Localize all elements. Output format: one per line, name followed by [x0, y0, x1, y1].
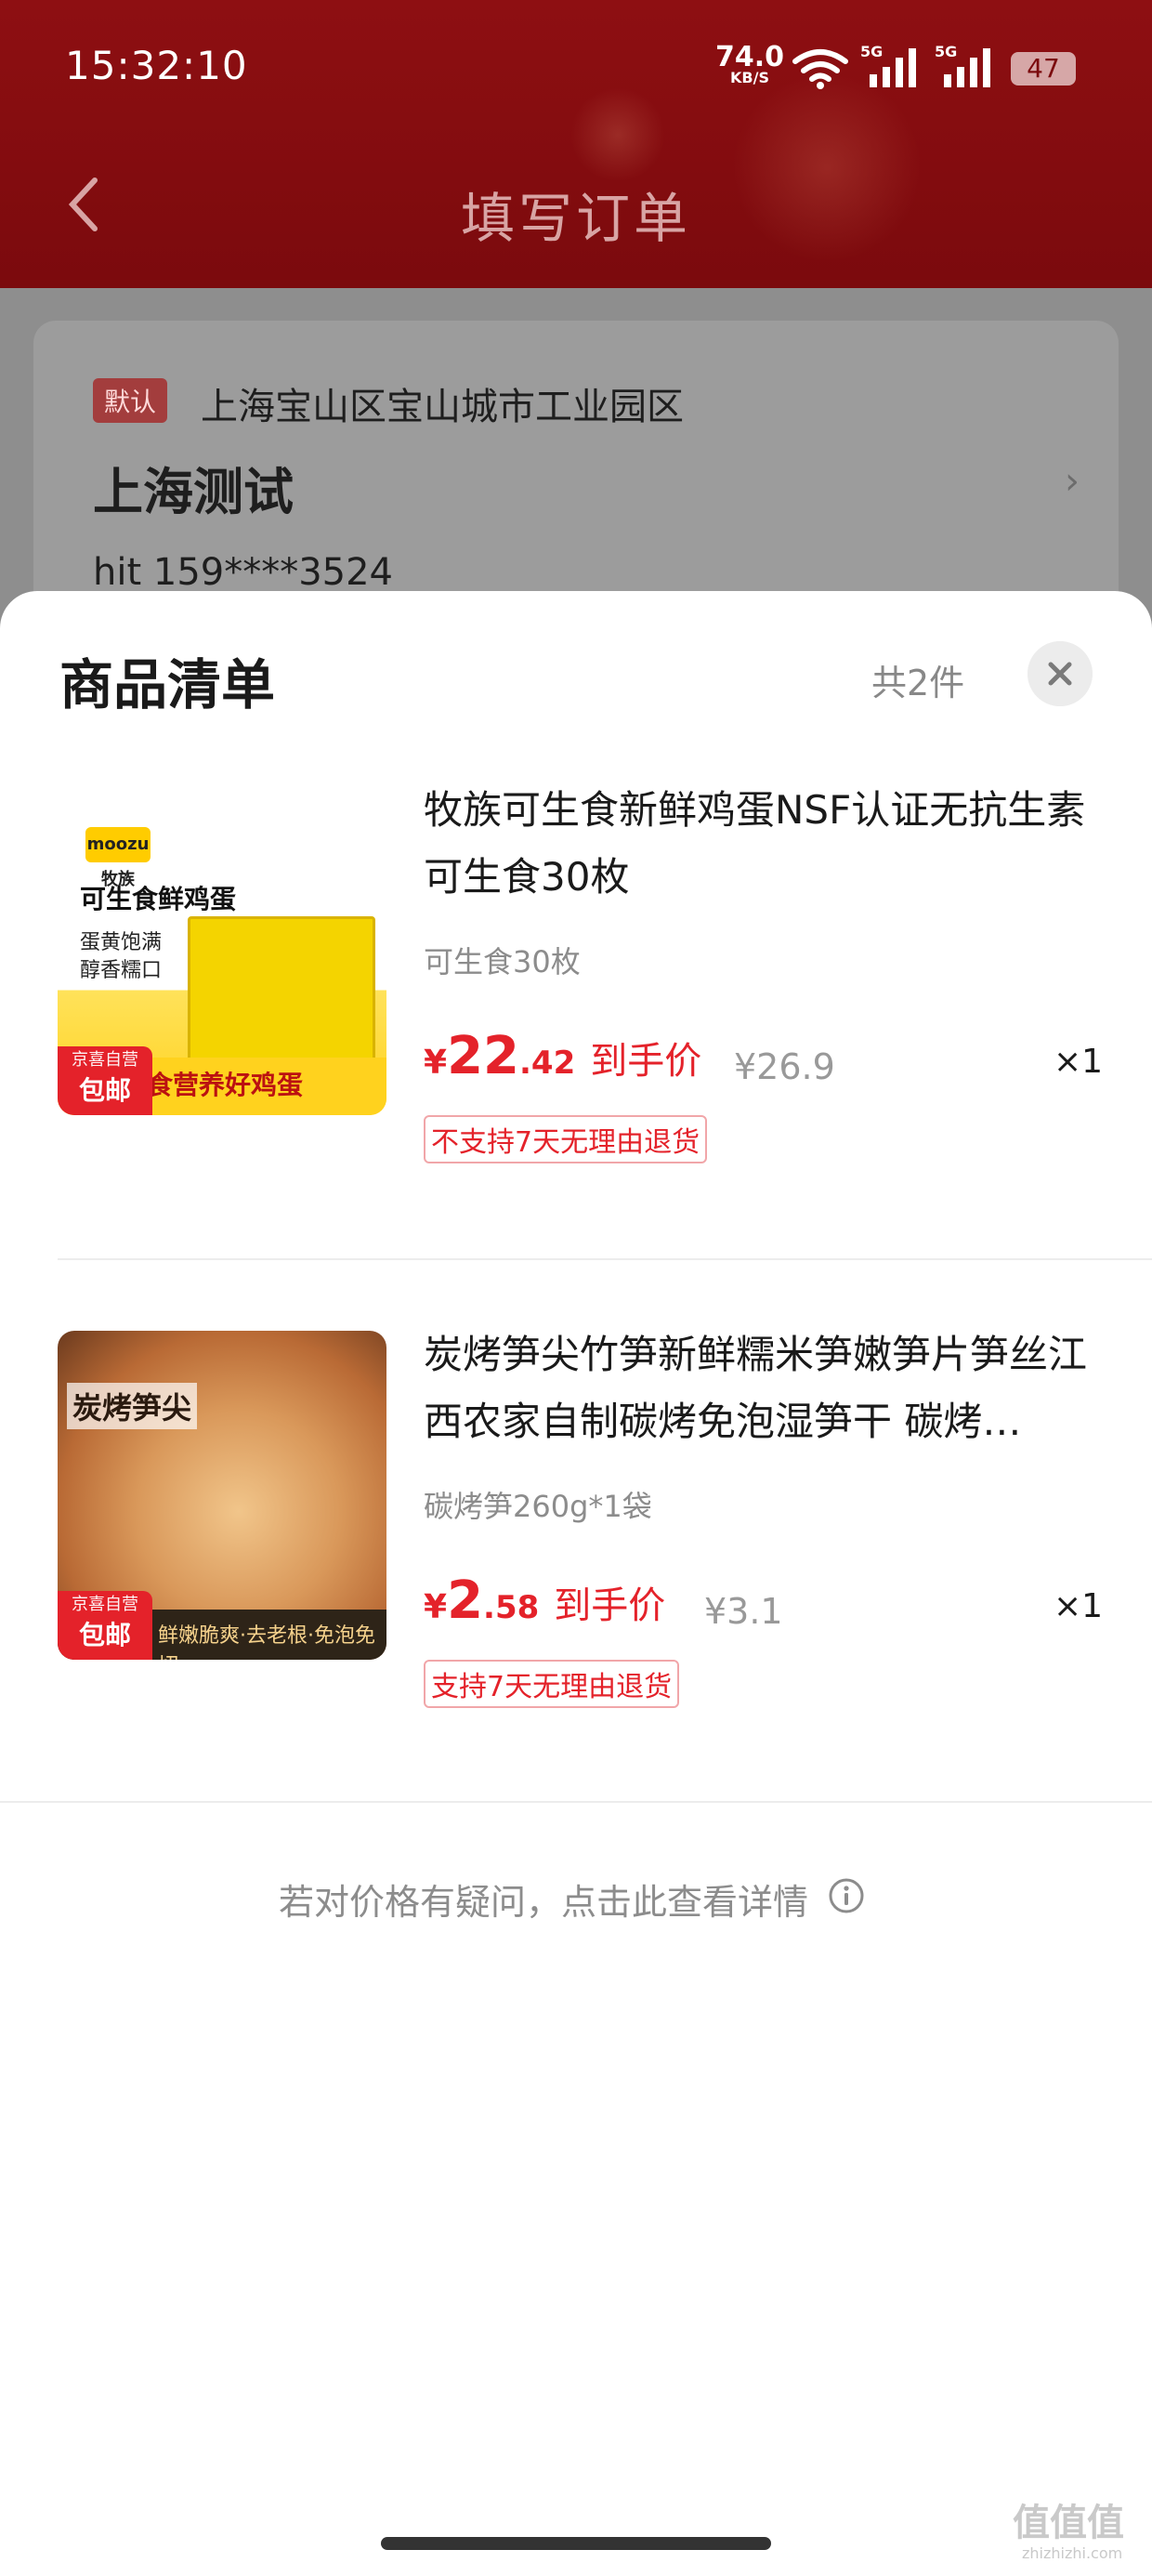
- price-decimal: .58: [483, 1589, 540, 1626]
- home-indicator[interactable]: [381, 2537, 771, 2550]
- image-band-text: 食营养好鸡蛋: [147, 1070, 304, 1100]
- close-icon[interactable]: [1028, 641, 1093, 706]
- product-title[interactable]: 炭烤笋尖竹笋新鲜糯米笋嫩笋片笋丝江西农家自制碳烤免泡湿笋干 碳烤…: [424, 1321, 1093, 1455]
- image-headline: 可生食鲜鸡蛋: [80, 884, 237, 914]
- price-label: 到手价: [554, 1584, 666, 1627]
- return-policy-tag: 支持7天无理由退货: [424, 1660, 680, 1708]
- free-shipping-badge: 京喜自营 包邮: [58, 1046, 152, 1115]
- image-headline: 炭烤笋尖: [67, 1383, 198, 1429]
- price-currency: ¥: [424, 1588, 448, 1626]
- badge-bottom-text: 包邮: [78, 1620, 131, 1650]
- final-price: ¥2.58 到手价: [424, 1571, 665, 1631]
- recipient-phone: hit 159****3524: [93, 551, 394, 594]
- cellular-signal-icon: 5G: [860, 43, 922, 93]
- product-title[interactable]: 牧族可生食新鲜鸡蛋NSF认证无抗生素 可生食30枚: [424, 777, 1093, 911]
- cellular-label: 5G: [860, 43, 884, 60]
- price-integer: 2: [447, 1571, 484, 1631]
- recipient-name: 上海测试: [93, 463, 294, 521]
- badge-bottom-text: 包邮: [78, 1075, 131, 1106]
- page-title: 填写订单: [460, 187, 691, 250]
- badge-top-text: 京喜自营: [72, 1050, 138, 1070]
- image-band-text: 鲜嫩脆爽·去老根·免泡免切: [158, 1624, 375, 1660]
- wifi-icon: [792, 49, 848, 89]
- egg-box-graphic: [188, 916, 375, 1071]
- item-divider: [58, 1258, 1152, 1260]
- image-subtext: 醇香糯口: [80, 959, 163, 982]
- original-price: ¥26.9: [734, 1046, 835, 1087]
- watermark-url: zhizhizhi.com: [1022, 2544, 1123, 2562]
- product-image[interactable]: 炭烤笋尖 鲜嫩脆爽·去老根·免泡免切 京喜自营 包邮: [58, 1331, 386, 1660]
- info-icon[interactable]: [828, 1877, 865, 1914]
- return-policy-tag: 不支持7天无理由退货: [424, 1115, 708, 1163]
- status-time: 15:32:10: [65, 43, 248, 88]
- address-line: 上海宝山区宝山城市工业园区: [201, 386, 684, 428]
- price-help-link[interactable]: 若对价格有疑问，点击此查看详情: [279, 1873, 808, 1925]
- quantity: ×1: [1054, 1043, 1104, 1081]
- product-image[interactable]: moozu 牧族 可生食鲜鸡蛋 蛋黄饱满 醇香糯口 食营养好鸡蛋 京喜自营 包邮: [58, 786, 386, 1115]
- chevron-right-icon: ›: [1065, 460, 1080, 503]
- brand-logo: moozu 牧族: [85, 827, 151, 889]
- quantity: ×1: [1054, 1587, 1104, 1625]
- original-price: ¥3.1: [704, 1591, 783, 1632]
- badge-top-text: 京喜自营: [72, 1595, 138, 1614]
- cellular-label: 5G: [935, 43, 958, 60]
- price-label: 到手价: [590, 1040, 702, 1083]
- header-bar: 15:32:10 74.0 KB/S 5G 5G 47 填写订单: [0, 0, 1152, 288]
- cellular-signal-icon: 5G: [935, 43, 996, 93]
- product-item[interactable]: 炭烤笋尖 鲜嫩脆爽·去老根·免泡免切 京喜自营 包邮 炭烤笋尖竹笋新鲜糯米笋嫩笋…: [0, 1321, 1152, 1712]
- product-spec: 碳烤笋260g*1袋: [424, 1489, 652, 1524]
- item-count: 共2件: [871, 663, 965, 703]
- network-speed: 74.0 KB/S: [715, 44, 784, 85]
- section-divider: [0, 1801, 1152, 1803]
- battery-icon: 47: [1011, 52, 1076, 85]
- product-item[interactable]: moozu 牧族 可生食鲜鸡蛋 蛋黄饱满 醇香糯口 食营养好鸡蛋 京喜自营 包邮…: [0, 777, 1152, 1167]
- default-address-badge: 默认: [93, 378, 168, 423]
- product-spec: 可生食30枚: [424, 944, 581, 979]
- price-currency: ¥: [424, 1044, 448, 1082]
- product-list-sheet: 商品清单 共2件 moozu 牧族 可生食鲜鸡蛋 蛋黄饱满 醇香糯口 食营养好鸡…: [0, 591, 1152, 2576]
- final-price: ¥22.42 到手价: [424, 1026, 701, 1086]
- firework-decoration: [567, 84, 669, 186]
- price-integer: 22: [447, 1026, 519, 1086]
- sheet-title: 商品清单: [59, 653, 276, 716]
- free-shipping-badge: 京喜自营 包邮: [58, 1591, 152, 1660]
- watermark-logo: 值值值: [1013, 2502, 1124, 2544]
- image-subtext: 蛋黄饱满: [80, 931, 163, 954]
- price-decimal: .42: [519, 1045, 576, 1082]
